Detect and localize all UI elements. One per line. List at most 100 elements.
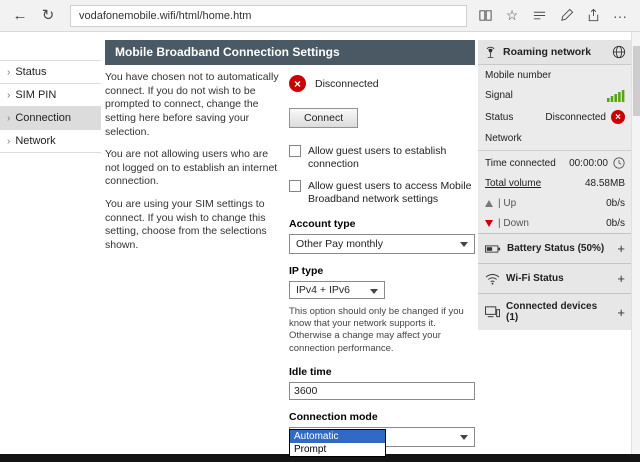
connect-button[interactable]: Connect bbox=[289, 108, 359, 128]
wifi-icon bbox=[485, 273, 500, 285]
ip-type-value: IPv4 + IPv6 bbox=[296, 283, 350, 296]
total-volume-row: Total volume 48.58MB bbox=[478, 173, 632, 193]
disconnected-icon: × bbox=[611, 110, 625, 124]
checkbox-label: Allow guest users to establish connectio… bbox=[308, 145, 447, 171]
sidebar-item-label: Connection bbox=[15, 112, 71, 124]
connection-status: × Disconnected bbox=[289, 75, 475, 92]
sidebar-item-status[interactable]: › Status bbox=[0, 60, 101, 83]
panel-title: Roaming network bbox=[503, 46, 592, 58]
chevron-icon: › bbox=[7, 66, 11, 78]
info-paragraph: You are not allowing users who are not l… bbox=[105, 148, 278, 188]
browser-chrome: ← ↻ vodafonemobile.wifi/html/home.htm ☆ … bbox=[0, 0, 640, 32]
section-label: Battery Status (50%) bbox=[507, 243, 605, 254]
idle-time-input[interactable] bbox=[289, 381, 475, 400]
divider bbox=[478, 150, 632, 151]
clock-icon bbox=[613, 157, 625, 169]
sidebar-item-label: Status bbox=[15, 66, 47, 78]
mobile-number-row: Mobile number bbox=[478, 65, 632, 85]
row-value: Disconnected bbox=[545, 111, 606, 123]
time-connected-row: Time connected 00:00:00 bbox=[478, 153, 632, 173]
down-rate-row: | Down 0b/s bbox=[478, 213, 632, 233]
dropdown-option-prompt[interactable]: Prompt bbox=[290, 443, 385, 456]
row-label: Status bbox=[485, 111, 514, 123]
ip-type-note: This option should only be changed if yo… bbox=[289, 305, 464, 354]
ip-type-select[interactable]: IPv4 + IPv6 bbox=[289, 280, 385, 299]
expand-icon[interactable]: + bbox=[617, 305, 625, 320]
status-row: Status Disconnected × bbox=[478, 106, 632, 128]
scrollbar[interactable] bbox=[631, 32, 640, 454]
status-text: Disconnected bbox=[315, 77, 379, 90]
connection-mode-label: Connection mode bbox=[289, 410, 378, 423]
disconnected-icon: × bbox=[289, 75, 306, 92]
checkbox-row: Allow guest users to access Mobile Broad… bbox=[289, 180, 475, 206]
total-volume-link[interactable]: Total volume bbox=[485, 178, 585, 189]
down-arrow-icon bbox=[485, 219, 493, 227]
expand-icon[interactable]: + bbox=[617, 271, 625, 286]
connection-mode-dropdown: Automatic Prompt bbox=[289, 428, 386, 457]
row-label: Time connected bbox=[485, 157, 556, 169]
settings-column: × Disconnected Connect Allow guest users… bbox=[289, 71, 475, 462]
idle-time-label: Idle time bbox=[289, 365, 332, 378]
network-row: Network bbox=[478, 128, 632, 148]
row-value: 48.58MB bbox=[584, 177, 625, 189]
devices-icon bbox=[485, 306, 500, 318]
dropdown-option-automatic[interactable]: Automatic bbox=[290, 429, 385, 443]
browser-window: ← ↻ vodafonemobile.wifi/html/home.htm ☆ … bbox=[0, 0, 640, 462]
sidebar-item-label: Network bbox=[15, 135, 56, 147]
up-rate-row: | Up 0b/s bbox=[478, 193, 632, 213]
refresh-button[interactable]: ↻ bbox=[36, 4, 60, 28]
battery-status-section[interactable]: Battery Status (50%) + bbox=[478, 233, 632, 263]
sidebar-item-network[interactable]: › Network bbox=[0, 129, 101, 153]
wifi-status-section[interactable]: Wi-Fi Status + bbox=[478, 263, 632, 293]
row-label: | Up bbox=[498, 197, 517, 209]
row-label: Network bbox=[485, 132, 522, 144]
account-type-value: Other Pay monthly bbox=[296, 237, 383, 250]
sidebar-item-connection[interactable]: › Connection bbox=[0, 106, 101, 129]
info-paragraph: You are using your SIM settings to conne… bbox=[105, 198, 267, 252]
more-options-icon[interactable]: ··· bbox=[612, 8, 628, 24]
roaming-network-header: Roaming network bbox=[478, 40, 632, 65]
back-button[interactable]: ← bbox=[8, 4, 32, 28]
row-label: | Down bbox=[498, 217, 529, 229]
signal-bars-icon bbox=[607, 89, 625, 102]
main-content: Mobile Broadband Connection Settings You… bbox=[105, 40, 475, 462]
connected-devices-section[interactable]: Connected devices (1) + bbox=[478, 293, 632, 330]
globe-icon bbox=[612, 45, 626, 59]
row-value: 00:00:00 bbox=[569, 157, 608, 169]
ip-type-label: IP type bbox=[289, 264, 324, 277]
scrollbar-thumb[interactable] bbox=[633, 46, 640, 116]
account-type-select[interactable]: Other Pay monthly bbox=[289, 233, 475, 254]
guest-connection-checkbox[interactable] bbox=[289, 145, 301, 157]
chevron-icon: › bbox=[7, 89, 11, 101]
sidebar-item-sim-pin[interactable]: › SIM PIN bbox=[0, 83, 101, 106]
reading-view-icon[interactable] bbox=[477, 8, 493, 24]
up-arrow-icon bbox=[485, 199, 493, 207]
share-icon[interactable] bbox=[585, 8, 601, 24]
page-title: Mobile Broadband Connection Settings bbox=[105, 40, 475, 65]
chevron-icon: › bbox=[7, 135, 11, 147]
account-type-label: Account type bbox=[289, 217, 356, 230]
expand-icon[interactable]: + bbox=[617, 241, 625, 256]
row-value: 0b/s bbox=[606, 217, 625, 229]
settings-nav: › Status › SIM PIN › Connection › Networ… bbox=[0, 60, 101, 153]
sidebar-item-label: SIM PIN bbox=[15, 89, 57, 101]
favorites-star-icon[interactable]: ☆ bbox=[504, 7, 520, 24]
antenna-icon bbox=[484, 46, 497, 59]
url-text: vodafonemobile.wifi/html/home.htm bbox=[79, 9, 252, 22]
row-label: Signal bbox=[485, 90, 513, 101]
section-label: Connected devices (1) bbox=[506, 301, 598, 323]
chevron-icon: › bbox=[7, 112, 11, 124]
checkbox-label: Allow guest users to access Mobile Broad… bbox=[308, 180, 472, 206]
guest-access-checkbox[interactable] bbox=[289, 180, 301, 193]
hub-icon[interactable] bbox=[531, 8, 547, 24]
address-bar[interactable]: vodafonemobile.wifi/html/home.htm bbox=[70, 4, 467, 27]
web-note-icon[interactable] bbox=[558, 8, 574, 24]
checkbox-row: Allow guest users to establish connectio… bbox=[289, 145, 475, 171]
row-value: 0b/s bbox=[606, 197, 625, 209]
row-label: Mobile number bbox=[485, 69, 552, 81]
status-panel: Roaming network Mobile number Signal Sta… bbox=[478, 40, 632, 330]
section-label: Wi-Fi Status bbox=[506, 273, 564, 284]
browser-toolbar-icons: ☆ ··· bbox=[477, 7, 632, 24]
battery-icon bbox=[485, 244, 501, 254]
info-text-column: You have chosen not to automatically con… bbox=[105, 71, 279, 462]
